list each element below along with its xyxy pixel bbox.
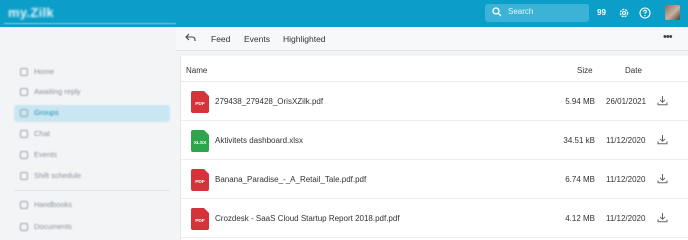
xlsx-file-icon: XLSX [191, 130, 209, 152]
file-size: 5.94 MB [565, 97, 595, 106]
file-size: 4.12 MB [565, 214, 595, 223]
document-icon [20, 223, 28, 231]
sidebar-item-label: Handbooks [34, 200, 72, 209]
sidebar-divider [14, 190, 170, 191]
file-name[interactable]: Crozdesk - SaaS Cloud Startup Report 201… [215, 214, 400, 223]
file-name[interactable]: Aktivitets dashboard.xlsx [215, 136, 303, 145]
pdf-file-icon: PDF [191, 208, 209, 230]
file-date: 11/12/2020 [606, 175, 646, 184]
reply-icon [20, 88, 28, 96]
file-row[interactable]: PDF 279438_279428_OrisXZilk.pdf 5.94 MB … [181, 82, 688, 121]
file-type-label: PDF [195, 219, 205, 224]
file-date: 26/01/2021 [606, 97, 647, 106]
sidebar-item-label: Home [34, 67, 55, 76]
file-row[interactable]: XLSX Aktivitets dashboard.xlsx 34.51 kB … [181, 121, 688, 160]
sidebar-item-label: Groups [34, 108, 59, 117]
app-logo[interactable]: my.Zilk [8, 5, 54, 20]
sidebar-item-documents[interactable]: Documents [14, 219, 170, 236]
column-name[interactable]: Name [186, 66, 207, 75]
file-list: Name Size Date PDF 279438_279428_OrisXZi… [180, 56, 688, 240]
sidebar-item-awaiting-reply[interactable]: Awaiting reply [14, 84, 170, 101]
file-size: 34.51 kB [563, 136, 595, 145]
file-name[interactable]: Banana_Paradise_-_A_Retail_Tale.pdf.pdf [215, 175, 366, 184]
download-icon[interactable] [657, 95, 668, 106]
sidebar-item-label: Events [34, 150, 57, 159]
sidebar-item-groups[interactable]: Groups [14, 105, 170, 122]
file-type-label: PDF [195, 102, 205, 107]
file-type-label: XLSX [193, 141, 207, 146]
file-list-header: Name Size Date [181, 56, 688, 82]
tab-feed[interactable]: Feed [211, 34, 230, 44]
sidebar-item-shift-schedule[interactable]: Shift schedule [14, 168, 170, 185]
search-placeholder: Search [508, 7, 534, 16]
sidebar-item-label: Chat [34, 129, 50, 138]
home-icon [20, 68, 28, 76]
column-date[interactable]: Date [625, 66, 642, 75]
user-avatar[interactable] [665, 5, 680, 20]
sidebar-item-label: Documents [34, 222, 72, 231]
file-row[interactable]: PDF Banana_Paradise_-_A_Retail_Tale.pdf.… [181, 160, 688, 199]
sidebar: Home Awaiting reply Groups Chat Events S… [0, 27, 176, 240]
download-icon[interactable] [657, 173, 668, 184]
calendar-icon [20, 151, 28, 159]
notification-count[interactable]: 99 [597, 8, 606, 17]
back-arrow-icon[interactable] [185, 33, 197, 43]
search-input[interactable]: Search [485, 4, 589, 22]
sidebar-item-label: Shift schedule [34, 171, 82, 180]
top-bar: my.Zilk Search 99 [0, 0, 688, 27]
sidebar-item-chat[interactable]: Chat [14, 126, 170, 143]
file-date: 11/12/2020 [606, 214, 646, 223]
search-icon [492, 7, 502, 17]
help-icon[interactable] [639, 7, 651, 19]
tab-highlighted[interactable]: Highlighted [283, 34, 326, 44]
file-name[interactable]: 279438_279428_OrisXZilk.pdf [215, 97, 323, 106]
download-icon[interactable] [657, 212, 668, 223]
logo-divider [4, 23, 176, 24]
tab-events[interactable]: Events [244, 34, 270, 44]
pdf-file-icon: PDF [191, 91, 209, 113]
sidebar-item-handbooks[interactable]: Handbooks [14, 197, 170, 214]
chat-icon [20, 130, 28, 138]
book-icon [20, 201, 28, 209]
pdf-file-icon: PDF [191, 169, 209, 191]
file-type-label: PDF [195, 180, 205, 185]
schedule-icon [20, 172, 28, 180]
more-options-icon[interactable]: ••• [663, 31, 673, 43]
download-icon[interactable] [657, 134, 668, 145]
file-row[interactable]: PDF Crozdesk - SaaS Cloud Startup Report… [181, 199, 688, 238]
file-size: 6.74 MB [565, 175, 595, 184]
groups-icon [20, 109, 28, 117]
sidebar-item-label: Awaiting reply [34, 87, 81, 96]
sidebar-item-events[interactable]: Events [14, 147, 170, 164]
column-size[interactable]: Size [577, 66, 593, 75]
gear-icon[interactable] [618, 7, 630, 19]
file-date: 11/12/2020 [606, 136, 646, 145]
group-toolbar: Feed Events Highlighted ••• [176, 27, 688, 51]
sidebar-item-home[interactable]: Home [14, 64, 170, 81]
